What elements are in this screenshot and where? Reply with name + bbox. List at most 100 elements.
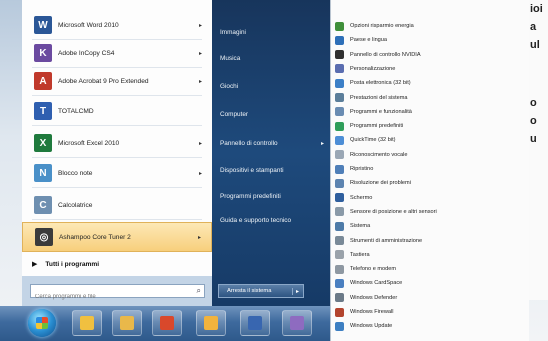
explorer-window-icon	[204, 316, 218, 330]
places-item[interactable]: Dispositivi e stampanti	[220, 162, 326, 178]
program-item[interactable]: ◎ Ashampoo Core Tuner 2 ▸	[22, 222, 212, 252]
control-panel-item-label: Prestazioni del sistema	[350, 94, 408, 101]
program-label: Ashampoo Core Tuner 2	[59, 233, 131, 241]
shutdown-options-arrow-icon[interactable]: ▸	[291, 287, 303, 295]
search-input[interactable]	[31, 291, 185, 303]
control-panel-item[interactable]: Prestazioni del sistema	[335, 92, 525, 104]
search-box[interactable]: ⌕	[30, 284, 205, 303]
submenu-arrow-icon[interactable]: ▸	[199, 22, 202, 29]
control-panel-item[interactable]: Risoluzione dei problemi	[335, 177, 525, 189]
taskbar-button[interactable]	[282, 310, 312, 336]
control-panel-item-icon	[335, 264, 344, 274]
control-panel-item-icon	[335, 193, 344, 203]
calculator-icon: C	[34, 196, 52, 214]
program-item[interactable]: K Adobe InCopy CS4 ▸	[22, 38, 212, 68]
control-panel-item[interactable]: Windows CardSpace	[335, 277, 525, 289]
control-panel-item[interactable]: Sistema	[335, 220, 525, 232]
places-item[interactable]: Pannello di controllo ▸	[220, 135, 326, 151]
program-label: Microsoft Word 2010	[58, 21, 119, 29]
shutdown-label: Arresta il sistema	[227, 288, 272, 294]
control-panel-item[interactable]: Strumenti di amministrazione	[335, 235, 525, 247]
control-panel-item[interactable]: Pannello di controllo NVIDIA	[335, 49, 525, 61]
control-panel-item[interactable]: Posta elettronica (32 bit)	[335, 77, 525, 89]
control-panel-item-icon	[335, 164, 344, 174]
control-panel-item-label: Opzioni risparmio energia	[350, 23, 414, 29]
program-item[interactable]: T TOTALCMD	[22, 96, 212, 126]
control-panel-item-icon	[335, 21, 344, 31]
shutdown-button[interactable]: Arresta il sistema ▸	[218, 284, 304, 298]
control-panel-item-icon	[335, 250, 344, 260]
places-item[interactable]: Musica	[220, 50, 326, 66]
taskbar-button[interactable]	[112, 310, 142, 336]
background-text-fragment	[528, 54, 548, 94]
submenu-arrow-icon[interactable]: ▸	[199, 50, 202, 57]
background-text-fragment: a	[530, 21, 537, 33]
control-panel-item[interactable]: Paese e lingua	[335, 34, 525, 46]
control-panel-item[interactable]: Telefono e modem	[335, 263, 525, 275]
control-panel-item-label: Paese e lingua	[350, 37, 388, 44]
control-panel-item-label: Tastiera	[350, 251, 370, 258]
control-panel-item[interactable]: Ripristino	[335, 163, 525, 175]
control-panel-item-icon	[335, 135, 344, 145]
search-icon[interactable]: ⌕	[197, 286, 201, 296]
control-panel-item[interactable]: Programmi e funzionalità	[335, 106, 525, 118]
program-label: TOTALCMD	[58, 107, 94, 115]
submenu-arrow-icon[interactable]: ▸	[198, 234, 201, 241]
places-item-label: Giochi	[220, 82, 239, 90]
program-item[interactable]: X Microsoft Excel 2010 ▸	[22, 128, 212, 158]
control-panel-item[interactable]: Opzioni risparmio energia	[335, 20, 525, 32]
control-panel-item-label: Posta elettronica (32 bit)	[350, 80, 411, 87]
acrobat-icon: A	[34, 72, 52, 90]
places-item[interactable]: Guida e supporto tecnico	[220, 212, 326, 228]
control-panel-item-icon	[335, 321, 344, 331]
control-panel-item[interactable]: Tastiera	[335, 249, 525, 261]
places-item-label: Guida e supporto tecnico	[220, 216, 292, 224]
places-item[interactable]: Immagini	[220, 24, 326, 40]
control-panel-item-label: Risoluzione dei problemi	[350, 180, 411, 187]
taskbar-button[interactable]	[72, 310, 102, 336]
background-document: ioi a ul o o u	[528, 0, 548, 300]
taskbar-button[interactable]	[152, 310, 182, 336]
control-panel-item[interactable]: Windows Defender	[335, 292, 525, 304]
taskbar-button[interactable]	[196, 310, 226, 336]
submenu-arrow-icon[interactable]: ▸	[199, 78, 202, 85]
control-panel-item[interactable]: QuickTime (32 bit)	[335, 134, 525, 146]
background-text-fragment: ul	[530, 39, 540, 51]
control-panel-item[interactable]: Personalizzazione	[335, 63, 525, 75]
control-panel-item-label: Riconoscimento vocale	[350, 151, 408, 158]
control-panel-item[interactable]: Programmi predefiniti	[335, 120, 525, 132]
program-item[interactable]: A Adobe Acrobat 9 Pro Extended ▸	[22, 66, 212, 96]
taskbar-button[interactable]	[240, 310, 270, 336]
notepad-icon: N	[34, 164, 52, 182]
submenu-arrow-icon[interactable]: ▸	[199, 170, 202, 177]
control-panel-item[interactable]: Windows Firewall	[335, 306, 525, 318]
background-text-fragment: o	[530, 97, 537, 109]
control-panel-item[interactable]: Windows Update	[335, 320, 525, 332]
control-panel-item-label: Strumenti di amministrazione	[350, 237, 423, 244]
taskbar	[0, 306, 330, 341]
ashampoo-icon: ◎	[35, 228, 53, 246]
control-panel-item[interactable]: Riconoscimento vocale	[335, 149, 525, 161]
program-item[interactable]: W Microsoft Word 2010 ▸	[22, 10, 212, 40]
control-panel-item-icon	[335, 236, 344, 245]
control-panel-item[interactable]: Sensore di posizione e altri sensori	[335, 206, 525, 218]
places-item[interactable]: Computer	[220, 106, 326, 122]
chrome-icon	[160, 316, 174, 330]
program-label: Calcolatrice	[58, 201, 93, 209]
incopy-icon: K	[34, 44, 52, 62]
submenu-arrow-icon[interactable]: ▸	[321, 140, 324, 147]
program-label: Adobe InCopy CS4	[58, 49, 115, 57]
program-item[interactable]: C Calcolatrice	[22, 190, 212, 220]
control-panel-item-label: Personalizzazione	[350, 65, 396, 72]
save-icon	[248, 316, 262, 330]
submenu-arrow-icon[interactable]: ▸	[199, 140, 202, 147]
places-item[interactable]: Giochi	[220, 78, 326, 94]
background-text-fragment: o	[530, 115, 537, 127]
control-panel-item[interactable]: Schermo	[335, 192, 525, 204]
separator	[32, 219, 202, 220]
program-item[interactable]: N Blocco note ▸	[22, 158, 212, 188]
control-panel-item-icon	[335, 35, 344, 45]
all-programs-button[interactable]: ▶ Tutti i programmi	[22, 254, 212, 274]
places-item[interactable]: Programmi predefiniti	[220, 188, 326, 204]
start-button[interactable]	[28, 309, 56, 337]
